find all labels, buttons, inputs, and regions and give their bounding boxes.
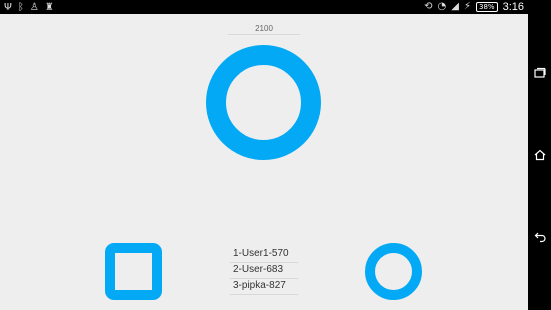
wifi-icon: ◔ bbox=[437, 1, 447, 12]
back-icon[interactable] bbox=[533, 230, 547, 244]
leaderboard: 1-User1-570 2-User-683 3-pipka-827 bbox=[230, 247, 298, 295]
android-icon: ♜ bbox=[44, 2, 54, 13]
charging-icon: ⚡ bbox=[463, 1, 472, 12]
status-left-icons: Ψ ᛒ ♙ ♜ bbox=[4, 1, 54, 15]
notification-icon: ♙ bbox=[29, 2, 39, 13]
leaderboard-row: 3-pipka-827 bbox=[230, 279, 298, 295]
signal-icon: ◢ bbox=[451, 1, 459, 12]
square-button[interactable] bbox=[105, 243, 162, 300]
bluetooth-icon: ᛒ bbox=[17, 2, 24, 13]
leaderboard-row: 2-User-683 bbox=[230, 263, 298, 279]
clock: 3:16 bbox=[502, 1, 524, 13]
navigation-bar bbox=[528, 0, 551, 310]
score-label: 2100 bbox=[228, 24, 300, 35]
recent-apps-icon[interactable] bbox=[533, 66, 547, 80]
leaderboard-row: 1-User1-570 bbox=[230, 247, 298, 263]
small-ring[interactable] bbox=[365, 243, 422, 300]
home-icon[interactable] bbox=[533, 148, 547, 162]
usb-icon: Ψ bbox=[4, 2, 12, 13]
rotate-icon: ⟲ bbox=[424, 1, 433, 12]
main-ring[interactable] bbox=[206, 45, 321, 160]
status-right-icons: ⟲ ◔ ◢ ⚡ 38% 3:16 bbox=[424, 0, 524, 14]
battery-indicator: 38% bbox=[476, 2, 498, 12]
status-bar: Ψ ᛒ ♙ ♜ ⟲ ◔ ◢ ⚡ 38% 3:16 bbox=[0, 0, 528, 14]
game-area[interactable]: 2100 1-User1-570 2-User-683 3-pipka-827 bbox=[0, 14, 528, 310]
